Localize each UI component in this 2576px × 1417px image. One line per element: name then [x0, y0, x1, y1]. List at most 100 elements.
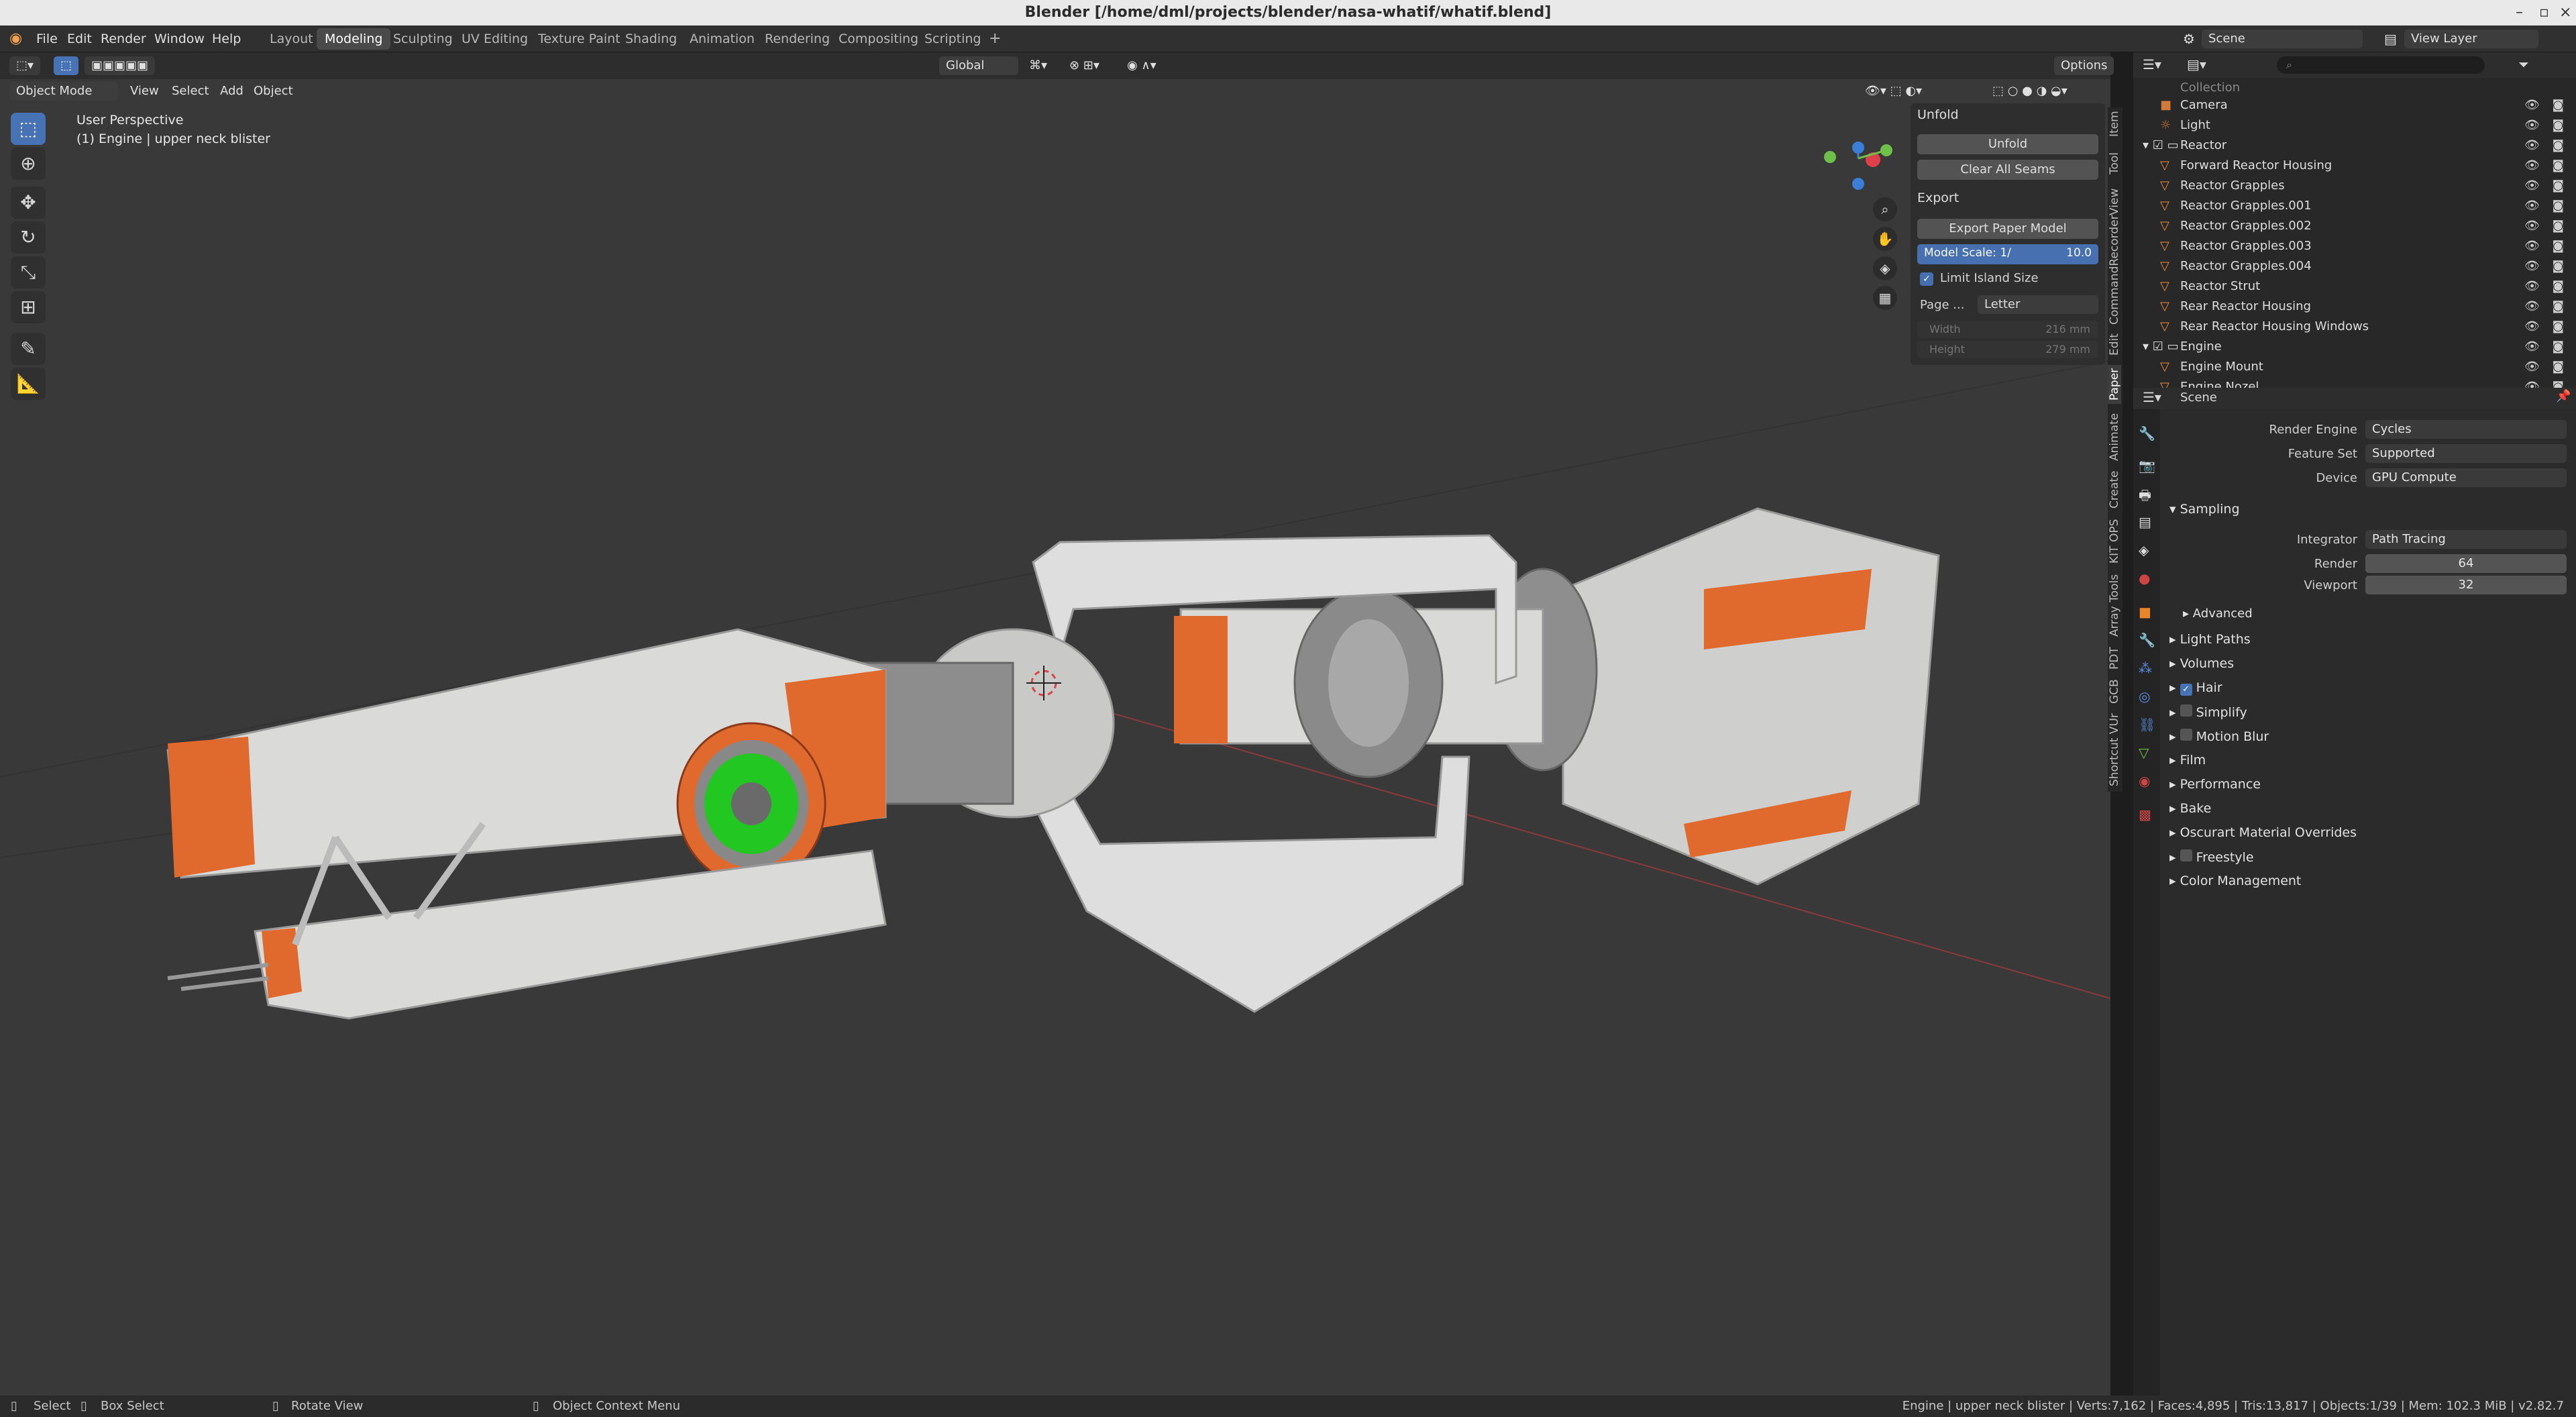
feature-set-dropdown[interactable]: Supported	[2365, 444, 2567, 463]
workspace-tab-animation[interactable]: Animation	[682, 28, 763, 50]
render-camera-icon[interactable]: ◙	[2553, 136, 2564, 156]
visibility-eye-icon[interactable]: 👁	[2524, 95, 2540, 115]
visibility-eye-icon[interactable]: 👁	[2524, 357, 2540, 377]
sampling-panel-header[interactable]: ▾ Sampling	[2169, 502, 2240, 517]
side-tab-create[interactable]: Create	[2108, 468, 2121, 511]
viewport-overlay-icons[interactable]: 👁▾ ⬚ ◐▾	[1858, 82, 1929, 101]
outliner-search-input[interactable]: ⌕	[2277, 56, 2485, 74]
integrator-dropdown[interactable]: Path Tracing	[2365, 530, 2567, 549]
render-camera-icon[interactable]: ◙	[2553, 297, 2564, 317]
measure-tool-icon[interactable]: 📐	[11, 368, 46, 400]
side-tab-view[interactable]: View	[2108, 185, 2121, 219]
render-camera-icon[interactable]: ◙	[2553, 196, 2564, 216]
workspace-tab-texture-paint[interactable]: Texture Paint	[530, 28, 629, 50]
menu-help[interactable]: Help	[212, 25, 241, 52]
workspace-tab-uv-editing[interactable]: UV Editing	[453, 28, 536, 50]
transform-orientation[interactable]: Global	[939, 56, 1018, 75]
visibility-eye-icon[interactable]: 👁	[2524, 136, 2540, 156]
pin-icon[interactable]: 📌	[2556, 389, 2571, 403]
outliner-row[interactable]: ▾ ☑ ▭ Reactor 👁 ◙	[2133, 136, 2576, 156]
particles-tab-icon[interactable]: ⁂	[2139, 660, 2152, 676]
scene-selector[interactable]: Scene	[2202, 30, 2363, 48]
limit-island-checkbox[interactable]: ✓	[1920, 272, 1933, 286]
editor-type-icon[interactable]: ⬚▾	[9, 56, 41, 75]
render-camera-icon[interactable]: ◙	[2553, 256, 2564, 276]
side-tab-edit[interactable]: Edit	[2108, 330, 2121, 360]
workspace-tab-sculpting[interactable]: Sculpting	[385, 28, 461, 50]
outliner-row[interactable]: ▽ Reactor Grapples.002 👁 ◙	[2133, 216, 2576, 236]
visibility-eye-icon[interactable]: 👁	[2524, 115, 2540, 136]
render-camera-icon[interactable]: ◙	[2553, 95, 2564, 115]
tool-tab-icon[interactable]: 🔧	[2139, 425, 2155, 441]
workspace-tab-shading[interactable]: Shading	[617, 28, 685, 50]
menu-file[interactable]: File	[36, 25, 58, 52]
select-tool-icon[interactable]: ⬚	[54, 56, 79, 75]
side-tab-paper[interactable]: Paper	[2108, 365, 2121, 404]
visibility-eye-icon[interactable]: 👁	[2524, 276, 2540, 297]
render-camera-icon[interactable]: ◙	[2553, 216, 2564, 236]
hair-checkbox[interactable]: ✓	[2180, 684, 2192, 696]
grid-view-icon[interactable]: ▦	[1873, 286, 1897, 310]
menu-window[interactable]: Window	[154, 25, 205, 52]
material-tab-icon[interactable]: ◉	[2139, 773, 2150, 789]
workspace-tab-scripting[interactable]: Scripting	[916, 28, 989, 50]
outliner-row[interactable]: ▽ Engine Mount 👁 ◙	[2133, 357, 2576, 377]
oscurart-panel[interactable]: ▸ Oscurart Material Overrides	[2169, 825, 2357, 840]
view-layer-tab-icon[interactable]: ▤	[2139, 514, 2151, 530]
outliner-row[interactable]: ☼ Light 👁 ◙	[2133, 115, 2576, 136]
outliner-row[interactable]: ▽ Engine Nozel 👁 ◙	[2133, 377, 2576, 388]
render-samples-field[interactable]: 64	[2365, 554, 2567, 573]
side-tab-item[interactable]: Item	[2108, 107, 2121, 141]
close-icon[interactable]: ×	[2559, 0, 2571, 25]
simplify-panel[interactable]: ▸ Simplify	[2169, 704, 2247, 720]
motion-blur-panel[interactable]: ▸ Motion Blur	[2169, 729, 2269, 744]
render-camera-icon[interactable]: ◙	[2553, 115, 2564, 136]
freestyle-checkbox[interactable]	[2180, 849, 2192, 861]
render-camera-icon[interactable]: ◙	[2553, 317, 2564, 337]
color-management-panel[interactable]: ▸ Color Management	[2169, 874, 2301, 888]
visibility-eye-icon[interactable]: 👁	[2524, 256, 2540, 276]
outliner-row[interactable]: ▽ Reactor Grapples 👁 ◙	[2133, 176, 2576, 196]
menu-edit[interactable]: Edit	[67, 25, 92, 52]
constraints-tab-icon[interactable]: ⛓	[2139, 717, 2155, 733]
render-camera-icon[interactable]: ◙	[2553, 337, 2564, 357]
add-workspace-icon[interactable]: +	[981, 28, 1009, 50]
proportional-edit-icon[interactable]: ◉ ∧▾	[1120, 56, 1163, 75]
object-tab-icon[interactable]: ■	[2139, 604, 2151, 620]
model-scale-field[interactable]: Model Scale: 1/ 10.0	[1917, 244, 2098, 264]
snap-icon[interactable]: ⊗ ⊞▾	[1063, 56, 1106, 75]
output-tab-icon[interactable]: 🖶	[2139, 486, 2151, 509]
hair-panel[interactable]: ▸ ✓ Hair	[2169, 680, 2222, 696]
volumes-panel[interactable]: ▸ Volumes	[2169, 656, 2234, 671]
side-tab-gcb[interactable]: GCB	[2108, 678, 2121, 706]
modifier-tab-icon[interactable]: 🔧	[2139, 632, 2155, 648]
light-paths-panel[interactable]: ▸ Light Paths	[2169, 632, 2251, 647]
viewport-menu-add[interactable]: Add	[213, 82, 250, 101]
page-size-dropdown[interactable]: Letter	[1978, 295, 2098, 314]
display-mode-icon[interactable]: ▤▾	[2187, 56, 2206, 72]
view-layer-selector[interactable]: View Layer	[2404, 30, 2538, 48]
outliner-row[interactable]: ▽ Reactor Grapples.004 👁 ◙	[2133, 256, 2576, 276]
annotate-tool-icon[interactable]: ✎	[11, 333, 46, 365]
side-tab-commandrecorder[interactable]: CommandRecorder	[2108, 215, 2121, 325]
physics-tab-icon[interactable]: ◎	[2139, 688, 2150, 704]
simplify-checkbox[interactable]	[2180, 704, 2192, 717]
blender-logo-icon[interactable]: ◉	[9, 25, 22, 52]
render-camera-icon[interactable]: ◙	[2553, 357, 2564, 377]
transform-tool-icon[interactable]: ⊞	[11, 291, 46, 323]
move-tool-icon[interactable]: ✥	[11, 187, 46, 219]
rotate-tool-icon[interactable]: ↻	[11, 221, 46, 254]
3d-viewport[interactable]: User Perspective (1) Engine | upper neck…	[0, 79, 2110, 1396]
visibility-eye-icon[interactable]: 👁	[2524, 377, 2540, 388]
maximize-icon[interactable]: ▫	[2539, 0, 2549, 25]
render-camera-icon[interactable]: ◙	[2553, 156, 2564, 176]
outliner-row[interactable]: ▽ Forward Reactor Housing 👁 ◙	[2133, 156, 2576, 176]
side-tab-pdt[interactable]: PDT	[2108, 644, 2121, 672]
export-section-title[interactable]: Export	[1917, 191, 1959, 205]
unfold-section-title[interactable]: Unfold	[1917, 107, 1959, 122]
workspace-tab-layout[interactable]: Layout	[262, 28, 321, 50]
scene-icon[interactable]: ⚙	[2183, 25, 2195, 52]
freestyle-panel[interactable]: ▸ Freestyle	[2169, 849, 2254, 865]
outliner-row[interactable]: ▽ Reactor Grapples.001 👁 ◙	[2133, 196, 2576, 216]
workspace-tab-rendering[interactable]: Rendering	[757, 28, 838, 50]
